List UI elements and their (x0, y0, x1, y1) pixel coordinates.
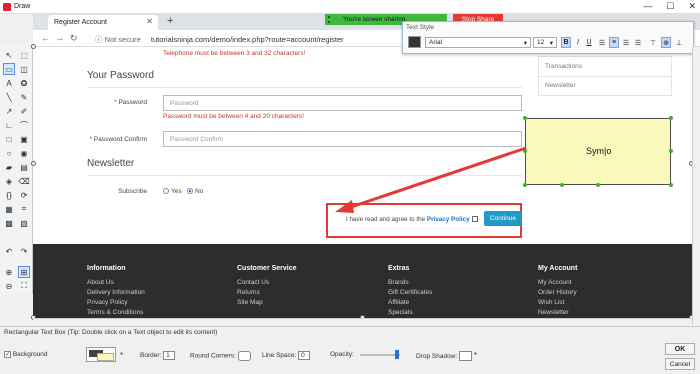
border-option: Border: 1 (140, 351, 176, 360)
bold-button[interactable]: B (561, 37, 571, 48)
border-width-input[interactable]: 1 (163, 351, 176, 360)
align-center-icon[interactable]: ≡ (609, 37, 619, 48)
align-justify-icon[interactable]: ☰ (633, 37, 643, 48)
background-option: ✓ Background (4, 351, 48, 358)
valign-top-icon[interactable]: ⊤ (648, 37, 658, 48)
ok-button[interactable]: OK (665, 343, 695, 355)
horizontal-scrollbar[interactable] (33, 318, 692, 326)
italic-button[interactable]: I (573, 37, 583, 48)
font-size-select[interactable]: 12 ▾ (533, 37, 557, 48)
valign-middle-icon[interactable]: ⊕ (661, 37, 671, 48)
opacity-slider-thumb[interactable] (395, 350, 399, 359)
text-style-toolbar: Text Style Arial ▾ 12 ▾ B I U ☰ ≡ ☰ ☰ ⊤ ⊕ … (402, 21, 694, 54)
round-corners-label: Round Corners: (190, 352, 236, 360)
drop-shadow-label: Drop Shadow: (416, 353, 458, 360)
align-right-icon[interactable]: ☰ (621, 37, 631, 48)
more-colors-icon[interactable]: * (120, 351, 123, 360)
drop-shadow-option: Drop Shadow: * (416, 351, 477, 362)
line-space-option: Line Space: 0 (262, 351, 311, 360)
cancel-button[interactable]: Cancel (665, 358, 695, 370)
align-left-icon[interactable]: ☰ (597, 37, 607, 48)
font-family-select[interactable]: Arial ▾ (425, 37, 531, 48)
background-label: Background (12, 351, 48, 359)
underline-button[interactable]: U (584, 37, 594, 48)
shadow-options-icon[interactable]: * (474, 351, 477, 360)
opacity-slider[interactable] (360, 354, 400, 356)
round-corners-option: Round Corners: (190, 351, 251, 361)
background-color-picker[interactable] (86, 347, 116, 362)
round-corners-toggle[interactable] (237, 351, 251, 361)
opacity-option: Opacity: (330, 351, 354, 358)
line-space-input[interactable]: 0 (298, 351, 311, 360)
status-hint: Rectangular Text Box (Tip: Double click … (0, 326, 700, 338)
drop-shadow-toggle[interactable] (459, 351, 473, 362)
background-checkbox[interactable]: ✓ (4, 351, 11, 358)
text-style-title: Text Style (406, 24, 435, 31)
line-space-label: Line Space: (262, 352, 297, 360)
vertical-scrollbar[interactable] (692, 47, 700, 325)
valign-bottom-icon[interactable]: ⊥ (674, 37, 684, 48)
border-label: Border: (140, 352, 162, 360)
opacity-label: Opacity: (330, 351, 354, 358)
text-color-swatch[interactable] (408, 36, 421, 48)
